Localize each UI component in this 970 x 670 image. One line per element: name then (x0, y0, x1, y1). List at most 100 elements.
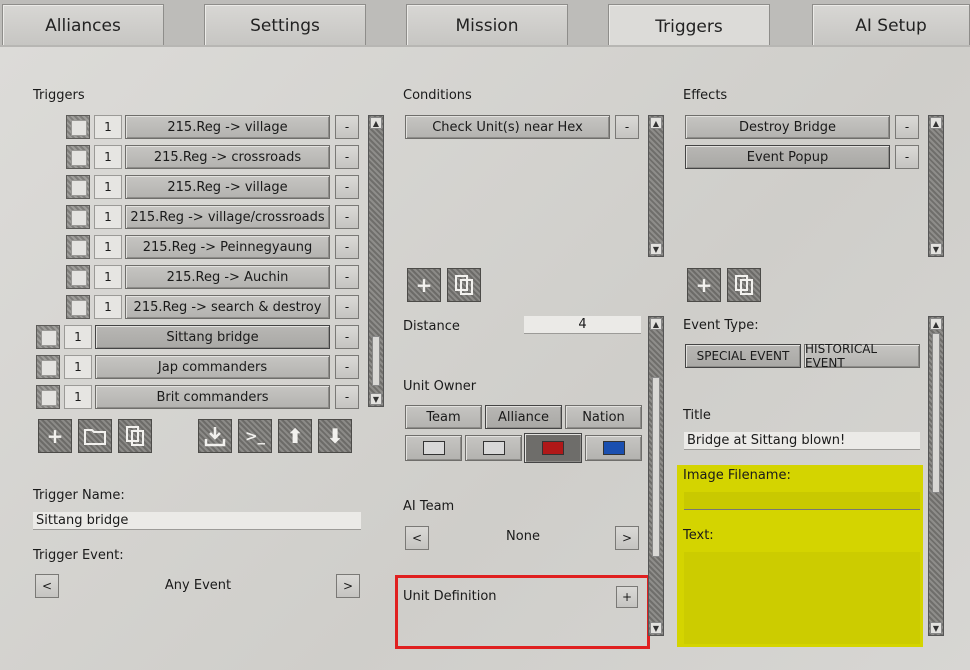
add-unit-definition-button[interactable]: + (616, 586, 638, 608)
scroll-thumb[interactable] (372, 336, 380, 386)
remove-trigger-button[interactable]: - (335, 235, 359, 259)
conditions-scrollbar[interactable]: ▲ ▼ (648, 115, 664, 257)
unit-owner-label: Unit Owner (403, 379, 477, 394)
scroll-down-icon[interactable]: ▼ (650, 622, 662, 634)
trigger-count: 1 (64, 355, 92, 379)
condition-item[interactable]: Check Unit(s) near Hex (405, 115, 610, 139)
add-icon[interactable]: + (38, 419, 72, 453)
title-field[interactable]: Bridge at Sittang blown! (684, 432, 920, 450)
copy-effect-icon[interactable] (727, 268, 761, 302)
trigger-item[interactable]: 215.Reg -> search & destroy (125, 295, 330, 319)
import-icon[interactable] (198, 419, 232, 453)
trigger-event-prev-button[interactable]: < (35, 574, 59, 598)
scroll-up-icon[interactable]: ▲ (650, 318, 662, 330)
trigger-checkbox[interactable] (66, 115, 90, 139)
trigger-checkbox[interactable] (66, 235, 90, 259)
move-down-icon[interactable]: ⬇ (318, 419, 352, 453)
trigger-item[interactable]: 215.Reg -> village (125, 115, 330, 139)
remove-trigger-button[interactable]: - (335, 265, 359, 289)
remove-condition-button[interactable]: - (615, 115, 639, 139)
tab-mission[interactable]: Mission (406, 4, 568, 46)
effect-detail-scrollbar[interactable]: ▲ ▼ (928, 316, 944, 636)
owner-color-2-button[interactable] (465, 435, 522, 461)
trigger-item[interactable]: 215.Reg -> Auchin (125, 265, 330, 289)
color-swatch (422, 441, 445, 455)
ai-team-label: AI Team (403, 499, 455, 514)
triggers-scrollbar[interactable]: ▲ ▼ (368, 115, 384, 407)
remove-effect-button[interactable]: - (895, 145, 919, 169)
console-icon[interactable]: >_ (238, 419, 272, 453)
move-up-icon[interactable]: ⬆ (278, 419, 312, 453)
scroll-up-icon[interactable]: ▲ (370, 117, 382, 129)
tab-settings[interactable]: Settings (204, 4, 366, 46)
remove-trigger-button[interactable]: - (335, 325, 359, 349)
distance-field[interactable]: 4 (524, 316, 641, 334)
owner-color-3-button[interactable] (524, 433, 582, 463)
conditions-heading: Conditions (403, 88, 472, 103)
scroll-up-icon[interactable]: ▲ (650, 117, 662, 129)
effect-item-selected[interactable]: Event Popup (685, 145, 890, 169)
image-filename-field[interactable] (684, 492, 920, 510)
remove-trigger-button[interactable]: - (335, 145, 359, 169)
remove-trigger-button[interactable]: - (335, 295, 359, 319)
scroll-thumb[interactable] (932, 333, 940, 493)
trigger-count: 1 (94, 205, 122, 229)
trigger-name-field[interactable]: Sittang bridge (33, 512, 361, 530)
remove-trigger-button[interactable]: - (335, 175, 359, 199)
trigger-count: 1 (94, 265, 122, 289)
effect-item[interactable]: Destroy Bridge (685, 115, 890, 139)
special-event-button[interactable]: SPECIAL EVENT (685, 344, 801, 368)
scroll-up-icon[interactable]: ▲ (930, 117, 942, 129)
remove-trigger-button[interactable]: - (335, 205, 359, 229)
trigger-name-label: Trigger Name: (33, 488, 125, 503)
trigger-item[interactable]: 215.Reg -> Peinnegyaung (125, 235, 330, 259)
owner-color-4-button[interactable] (585, 435, 642, 461)
add-effect-icon[interactable]: + (687, 268, 721, 302)
add-condition-icon[interactable]: + (407, 268, 441, 302)
remove-trigger-button[interactable]: - (335, 115, 359, 139)
historical-event-button[interactable]: HISTORICAL EVENT (804, 342, 920, 370)
trigger-item-selected[interactable]: Sittang bridge (95, 325, 330, 349)
trigger-checkbox[interactable] (36, 325, 60, 349)
unit-definition-highlight (395, 575, 650, 649)
scroll-down-icon[interactable]: ▼ (930, 243, 942, 255)
condition-detail-scrollbar[interactable]: ▲ ▼ (648, 316, 664, 636)
trigger-checkbox[interactable] (66, 295, 90, 319)
trigger-event-next-button[interactable]: > (336, 574, 360, 598)
scroll-down-icon[interactable]: ▼ (650, 243, 662, 255)
trigger-checkbox[interactable] (66, 265, 90, 289)
ai-team-next-button[interactable]: > (615, 526, 639, 550)
scroll-up-icon[interactable]: ▲ (930, 318, 942, 330)
remove-effect-button[interactable]: - (895, 115, 919, 139)
tab-alliances[interactable]: Alliances (2, 4, 164, 46)
copy-condition-icon[interactable] (447, 268, 481, 302)
tab-triggers[interactable]: Triggers (608, 4, 770, 48)
trigger-checkbox[interactable] (66, 205, 90, 229)
text-area[interactable] (684, 552, 920, 644)
scroll-thumb[interactable] (652, 377, 660, 557)
trigger-item[interactable]: Jap commanders (95, 355, 330, 379)
trigger-checkbox[interactable] (66, 175, 90, 199)
effects-scrollbar[interactable]: ▲ ▼ (928, 115, 944, 257)
trigger-item[interactable]: Brit commanders (95, 385, 330, 409)
trigger-item[interactable]: 215.Reg -> crossroads (125, 145, 330, 169)
trigger-item[interactable]: 215.Reg -> village (125, 175, 330, 199)
owner-nation-button[interactable]: Nation (565, 405, 642, 429)
trigger-checkbox[interactable] (66, 145, 90, 169)
owner-alliance-button[interactable]: Alliance (485, 405, 562, 429)
scroll-down-icon[interactable]: ▼ (370, 393, 382, 405)
tab-ai-setup[interactable]: AI Setup (812, 4, 970, 46)
trigger-count: 1 (94, 235, 122, 259)
trigger-checkbox[interactable] (36, 385, 60, 409)
owner-color-1-button[interactable] (405, 435, 462, 461)
trigger-checkbox[interactable] (36, 355, 60, 379)
color-swatch (602, 441, 625, 455)
trigger-item[interactable]: 215.Reg -> village/crossroads (125, 205, 330, 229)
owner-team-button[interactable]: Team (405, 405, 482, 429)
remove-trigger-button[interactable]: - (335, 385, 359, 409)
folder-icon[interactable] (78, 419, 112, 453)
scroll-down-icon[interactable]: ▼ (930, 622, 942, 634)
ai-team-prev-button[interactable]: < (405, 526, 429, 550)
copy-icon[interactable] (118, 419, 152, 453)
remove-trigger-button[interactable]: - (335, 355, 359, 379)
